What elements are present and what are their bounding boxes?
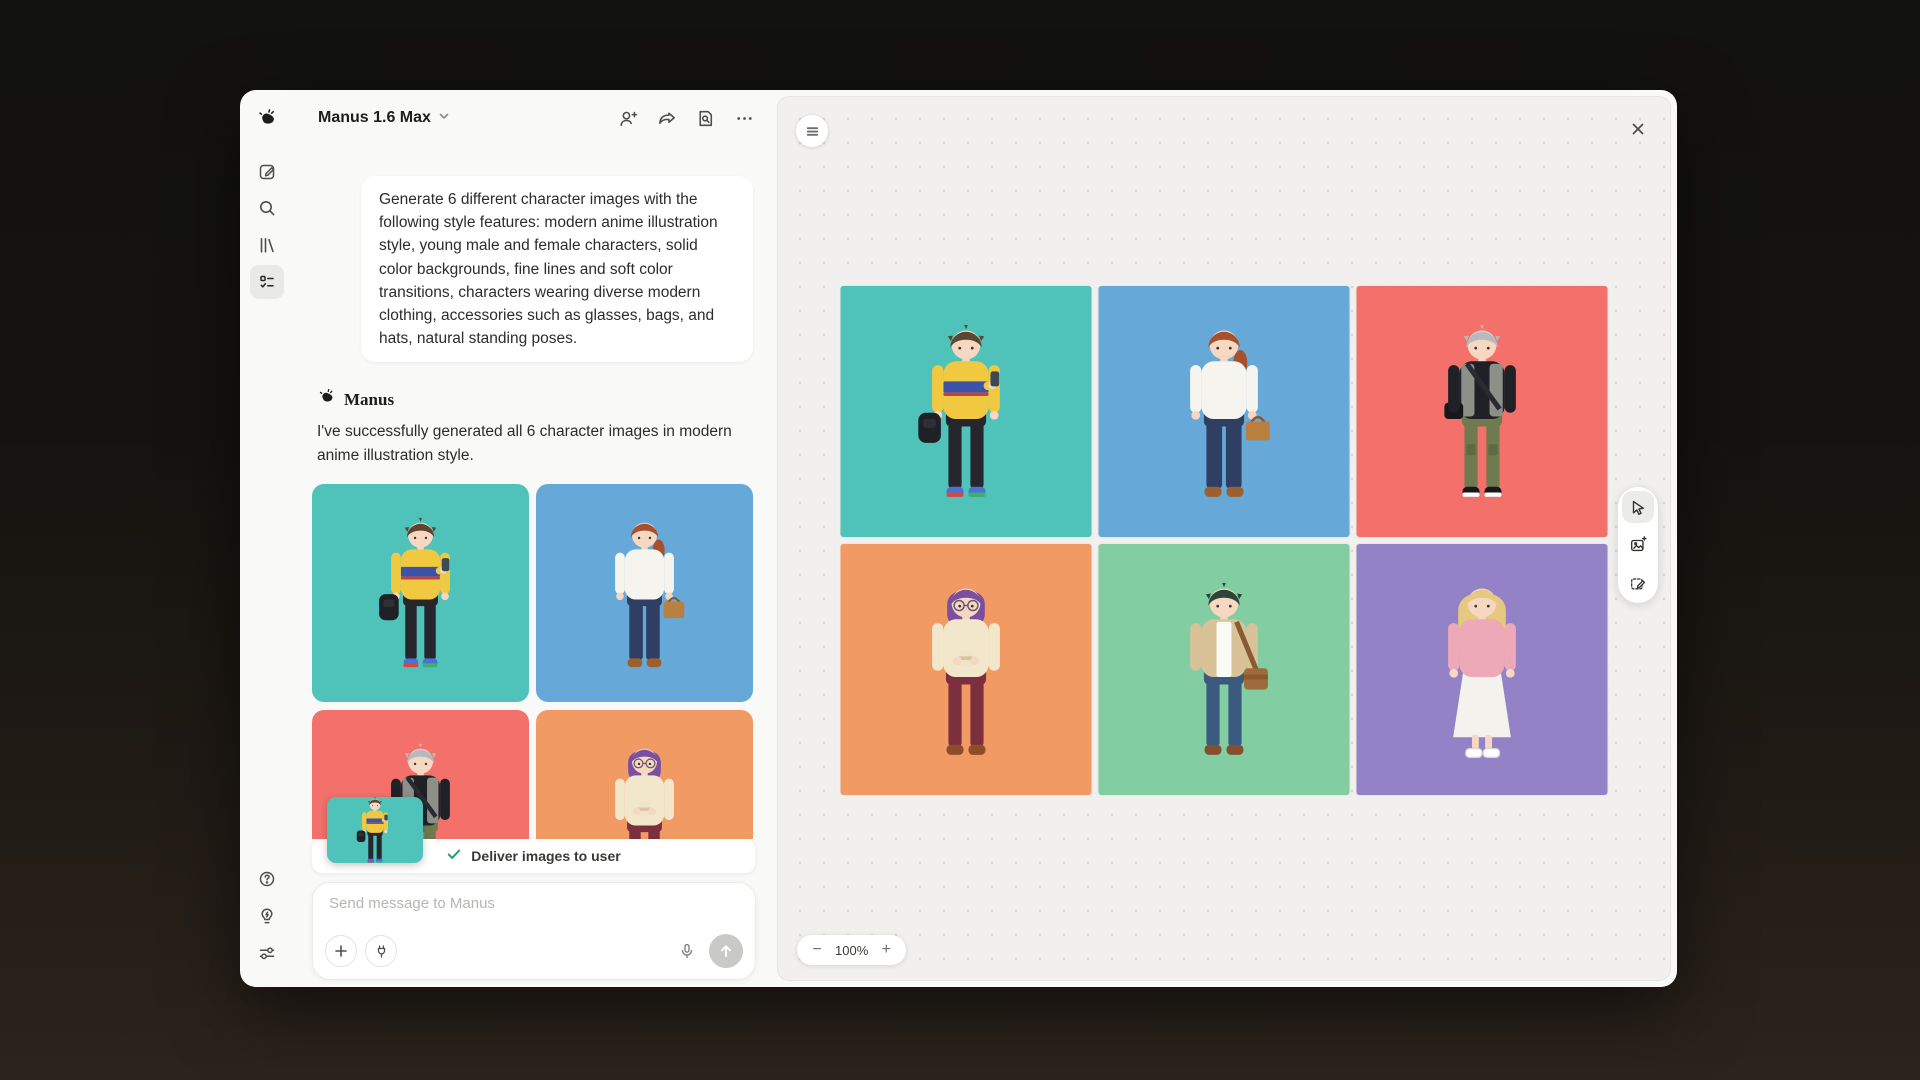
manus-logo-icon[interactable] xyxy=(250,102,284,136)
zoom-in-button[interactable]: + xyxy=(879,942,893,958)
canvas-tools xyxy=(1618,487,1658,603)
message-input[interactable] xyxy=(329,895,739,912)
chat-image-2[interactable] xyxy=(536,484,753,702)
canvas-close-icon[interactable] xyxy=(1624,115,1652,143)
more-options-icon[interactable] xyxy=(733,107,755,129)
edit-selection-tool-icon[interactable] xyxy=(1622,567,1654,599)
assistant-name: Manus xyxy=(344,390,394,410)
header-actions xyxy=(616,107,755,129)
zoom-controls: − 100% + xyxy=(797,935,906,965)
floating-image-preview[interactable] xyxy=(327,797,423,863)
desktop-background: Manus 1.6 Max xyxy=(0,0,1920,1080)
manus-app-window: Manus 1.6 Max xyxy=(240,90,1677,987)
canvas-image-4[interactable] xyxy=(841,544,1092,795)
whats-new-icon[interactable] xyxy=(250,899,284,933)
new-task-icon[interactable] xyxy=(250,154,284,188)
tasks-icon[interactable] xyxy=(250,265,284,299)
assistant-message-text: I've successfully generated all 6 charac… xyxy=(317,420,757,468)
attach-button[interactable] xyxy=(325,935,357,967)
canvas-image-5[interactable] xyxy=(1099,544,1350,795)
zoom-level: 100% xyxy=(835,943,868,958)
canvas-image-2[interactable] xyxy=(1099,286,1350,537)
chat-panel: Manus 1.6 Max xyxy=(294,90,771,987)
send-button[interactable] xyxy=(709,934,743,968)
input-actions xyxy=(325,934,743,968)
canvas-menu-button[interactable] xyxy=(796,115,828,147)
model-name: Manus 1.6 Max xyxy=(318,109,431,127)
cursor-tool-icon[interactable] xyxy=(1622,491,1654,523)
manus-logo-small-icon xyxy=(317,388,336,412)
share-icon[interactable] xyxy=(655,107,677,129)
help-icon[interactable] xyxy=(250,862,284,896)
chat-image-1[interactable] xyxy=(312,484,529,702)
tool-status-label: Deliver images to user xyxy=(471,848,620,864)
chevron-down-icon xyxy=(438,109,450,127)
voice-input-icon[interactable] xyxy=(673,937,701,965)
add-image-tool-icon[interactable] xyxy=(1622,529,1654,561)
canvas-image-6[interactable] xyxy=(1357,544,1608,795)
file-search-icon[interactable] xyxy=(694,107,716,129)
check-icon xyxy=(446,846,462,867)
chat-header: Manus 1.6 Max xyxy=(294,90,771,146)
preferences-icon[interactable] xyxy=(250,936,284,970)
invite-user-icon[interactable] xyxy=(616,107,638,129)
chat-image-grid xyxy=(312,484,754,839)
user-message-bubble: Generate 6 different character images wi… xyxy=(361,176,753,362)
canvas-image-grid xyxy=(841,286,1608,795)
connectors-button[interactable] xyxy=(365,935,397,967)
assistant-header: Manus xyxy=(317,388,394,412)
canvas-panel: − 100% + xyxy=(777,96,1671,981)
message-input-card xyxy=(312,882,756,980)
model-selector[interactable]: Manus 1.6 Max xyxy=(318,109,450,127)
chat-image-4[interactable] xyxy=(536,710,753,839)
canvas-image-3[interactable] xyxy=(1357,286,1608,537)
search-icon[interactable] xyxy=(250,191,284,225)
sidebar xyxy=(240,90,294,987)
zoom-out-button[interactable]: − xyxy=(810,942,824,958)
user-message-text: Generate 6 different character images wi… xyxy=(379,191,718,347)
canvas-image-1[interactable] xyxy=(841,286,1092,537)
library-icon[interactable] xyxy=(250,228,284,262)
